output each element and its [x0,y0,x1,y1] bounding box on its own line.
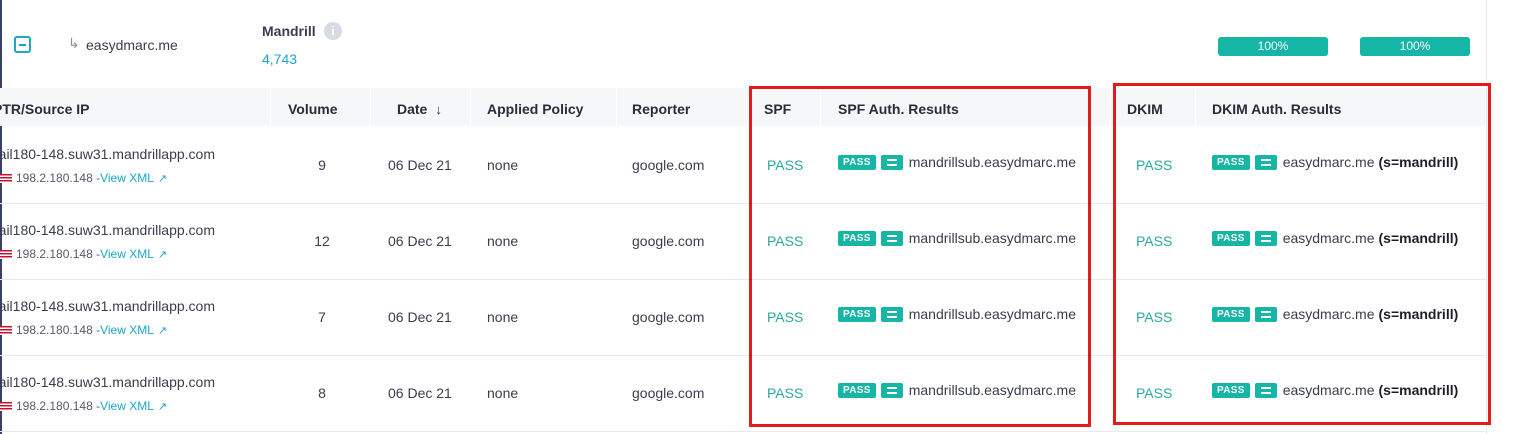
policy-cell: none [487,385,519,401]
column-divider [270,88,271,126]
ptr-hostname: mail180-148.suw31.mandrillapp.com [0,146,216,162]
ptr-hostname: mail180-148.suw31.mandrillapp.com [0,374,216,390]
date-cell: 06 Dec 21 [388,233,452,249]
column-divider [470,88,471,126]
source-ip: 198.2.180.148 -View XML ↗ [0,323,167,337]
collapse-toggle-button[interactable] [14,36,31,53]
us-flag-icon [0,402,12,411]
spf-alignment-percent: 100% [1218,37,1328,56]
source-ip-text: 198.2.180.148 - [16,247,101,261]
summary-row: ↳ easydmarc.me Mandrill i 4,743 100% 100… [0,0,1486,86]
reporter-cell: google.com [632,309,705,325]
dkim-alignment-percent: 100% [1360,37,1470,56]
us-flag-icon [0,250,12,259]
volume-cell: 9 [318,157,326,173]
subdomain-arrow-icon: ↳ [68,35,80,51]
external-link-icon[interactable]: ↗ [158,401,167,413]
policy-cell: none [487,309,519,325]
source-ip: 198.2.180.148 -View XML ↗ [0,171,167,185]
info-icon[interactable]: i [324,22,342,40]
spf-highlight-box [749,86,1091,427]
column-header-date-label: Date [397,101,428,117]
dkim-highlight-box [1113,83,1491,425]
source-ip-text: 198.2.180.148 - [16,323,101,337]
source-ip: 198.2.180.148 -View XML ↗ [0,247,167,261]
column-header-date[interactable]: Date ↓ [397,88,442,126]
sort-desc-icon: ↓ [435,102,442,117]
external-link-icon[interactable]: ↗ [158,173,167,185]
us-flag-icon [0,326,12,335]
column-divider [616,88,617,126]
view-xml-link[interactable]: View XML [100,247,154,261]
date-cell: 06 Dec 21 [388,309,452,325]
view-xml-link[interactable]: View XML [100,399,154,413]
ptr-hostname: mail180-148.suw31.mandrillapp.com [0,298,216,314]
source-ip-text: 198.2.180.148 - [16,171,101,185]
column-header-volume[interactable]: Volume [288,88,338,126]
volume-cell: 7 [318,309,326,325]
column-divider [370,88,371,126]
policy-cell: none [487,157,519,173]
reporter-cell: google.com [632,233,705,249]
external-link-icon[interactable]: ↗ [158,325,167,337]
view-xml-link[interactable]: View XML [100,323,154,337]
source-ip: 198.2.180.148 -View XML ↗ [0,399,167,413]
reporter-cell: google.com [632,385,705,401]
view-xml-link[interactable]: View XML [100,171,154,185]
date-cell: 06 Dec 21 [388,385,452,401]
date-cell: 06 Dec 21 [388,157,452,173]
ptr-hostname: mail180-148.suw31.mandrillapp.com [0,222,216,238]
column-header-policy[interactable]: Applied Policy [487,88,583,126]
column-divider [1110,88,1111,126]
volume-cell: 12 [314,233,330,249]
external-link-icon[interactable]: ↗ [158,249,167,261]
summary-domain: easydmarc.me [86,37,178,53]
reporter-cell: google.com [632,157,705,173]
volume-cell: 8 [318,385,326,401]
sender-volume-count[interactable]: 4,743 [262,51,297,67]
column-header-reporter[interactable]: Reporter [632,88,690,126]
sender-name: Mandrill [262,23,316,39]
source-ip-text: 198.2.180.148 - [16,399,101,413]
policy-cell: none [487,233,519,249]
column-header-ptr[interactable]: PTR/Source IP [0,88,89,126]
us-flag-icon [0,174,12,183]
